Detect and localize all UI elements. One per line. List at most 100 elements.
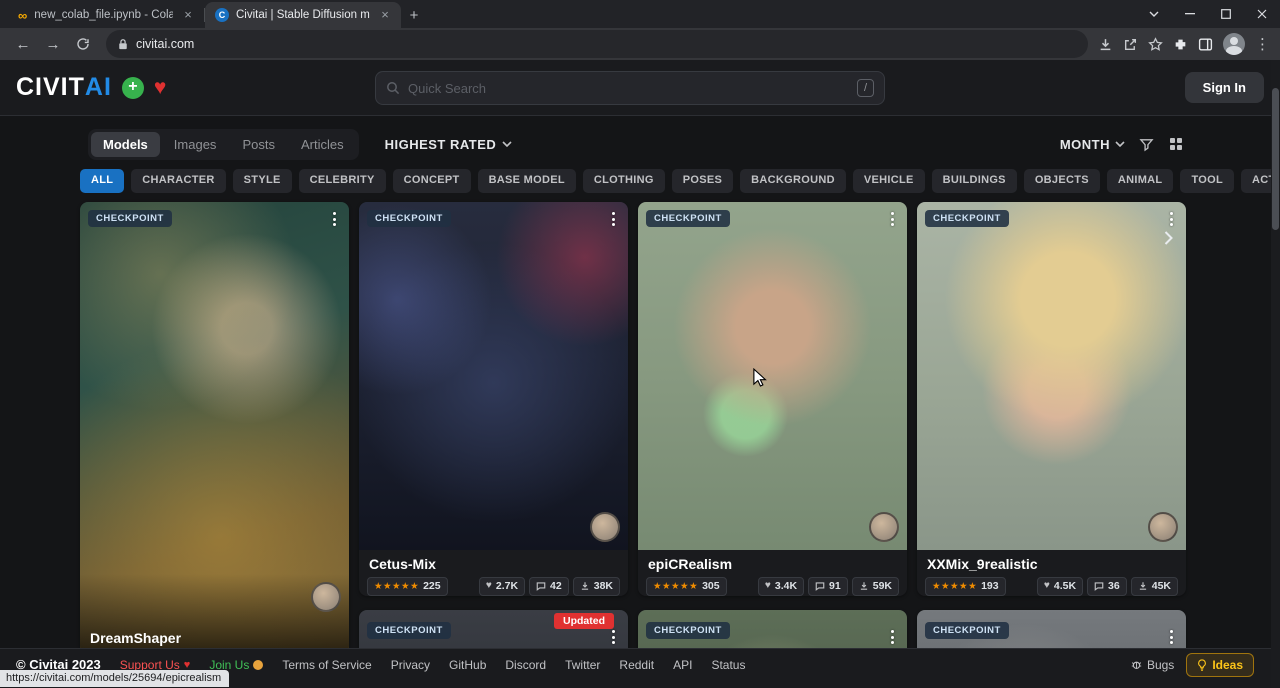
sign-in-button[interactable]: Sign In <box>1185 72 1264 103</box>
category-chip-celebrity[interactable]: CELEBRITY <box>299 169 386 193</box>
card-menu-button[interactable] <box>604 208 622 230</box>
period-dropdown[interactable]: MONTH <box>1060 137 1125 152</box>
rating-count: 225 <box>423 580 441 593</box>
civitai-favicon-icon: C <box>215 8 229 22</box>
rating-stat: ★★★★★ 193 <box>925 577 1006 596</box>
tab-search-chevron-icon[interactable] <box>1136 0 1172 28</box>
content-nav-row: Models Images Posts Articles HIGHEST RAT… <box>0 128 1280 160</box>
filter-funnel-icon[interactable] <box>1139 137 1154 152</box>
tab-posts[interactable]: Posts <box>230 132 287 157</box>
creator-avatar[interactable] <box>1148 512 1178 542</box>
category-chip-concept[interactable]: CONCEPT <box>393 169 471 193</box>
forward-button[interactable]: → <box>40 31 66 57</box>
card-footer: Cetus-Mix ★★★★★ 225 ♥ 2.7K <box>359 550 628 596</box>
card-menu-button[interactable] <box>325 208 343 230</box>
scrollbar-thumb[interactable] <box>1272 88 1279 230</box>
card-menu-button[interactable] <box>883 208 901 230</box>
create-plus-button[interactable]: + <box>122 77 144 99</box>
category-chip-buildings[interactable]: BUILDINGS <box>932 169 1017 193</box>
profile-avatar[interactable] <box>1223 33 1245 55</box>
comment-icon <box>536 581 546 591</box>
favorites-heart-icon[interactable]: ♥ <box>154 77 166 98</box>
tab-images[interactable]: Images <box>162 132 229 157</box>
footer-link-privacy[interactable]: Privacy <box>391 658 430 672</box>
ideas-button[interactable]: Ideas <box>1186 653 1254 677</box>
category-chip-tool[interactable]: TOOL <box>1180 169 1234 193</box>
rating-count: 305 <box>702 580 720 593</box>
category-scroll-right-icon[interactable] <box>1164 226 1173 250</box>
url-text: civitai.com <box>136 37 194 51</box>
search-input[interactable] <box>408 81 849 96</box>
category-chip-character[interactable]: CHARACTER <box>131 169 225 193</box>
tab-models[interactable]: Models <box>91 132 160 157</box>
tab-civitai[interactable]: C Civitai | Stable Diffusion models, × <box>205 2 401 28</box>
model-card-epicrealism[interactable]: CHECKPOINT epiCRealism ★★★★★ 305 <box>638 202 907 596</box>
bugs-button[interactable]: Bugs <box>1131 658 1174 672</box>
category-chip-poses[interactable]: POSES <box>672 169 733 193</box>
downloads-icon[interactable] <box>1098 37 1113 52</box>
footer-link-discord[interactable]: Discord <box>505 658 546 672</box>
card-footer: epiCRealism ★★★★★ 305 ♥ 3.4K <box>638 550 907 596</box>
link-status-bubble: https://civitai.com/models/25694/epicrea… <box>0 670 229 687</box>
tab-close-icon[interactable]: × <box>377 7 393 23</box>
model-card-dreamshaper[interactable]: CHECKPOINT DreamShaper <box>80 202 349 654</box>
model-stats: ★★★★★ 305 ♥ 3.4K 91 <box>646 577 899 596</box>
sort-dropdown[interactable]: HIGHEST RATED <box>385 137 513 152</box>
model-type-badge: CHECKPOINT <box>925 622 1009 639</box>
footer-link-terms[interactable]: Terms of Service <box>282 658 371 672</box>
browser-menu-icon[interactable]: ⋮ <box>1255 35 1270 53</box>
category-chip-clothing[interactable]: CLOTHING <box>583 169 665 193</box>
creator-avatar[interactable] <box>311 582 341 612</box>
site-lock-icon[interactable] <box>118 38 128 51</box>
tab-articles[interactable]: Articles <box>289 132 356 157</box>
category-chip-base-model[interactable]: BASE MODEL <box>478 169 576 193</box>
footer-link-api[interactable]: API <box>673 658 692 672</box>
model-title: DreamShaper <box>90 630 181 646</box>
category-chip-animal[interactable]: ANIMAL <box>1107 169 1174 193</box>
category-chip-style[interactable]: STYLE <box>233 169 292 193</box>
category-chip-objects[interactable]: OBJECTS <box>1024 169 1100 193</box>
download-icon <box>1138 581 1148 591</box>
tab-close-icon[interactable]: × <box>180 7 196 23</box>
side-panel-icon[interactable] <box>1198 37 1213 52</box>
bookmark-star-icon[interactable] <box>1148 37 1163 52</box>
share-icon[interactable] <box>1123 37 1138 52</box>
minimize-button[interactable] <box>1172 0 1208 28</box>
comments-stat: 42 <box>529 577 569 596</box>
card-menu-button[interactable] <box>1162 626 1180 648</box>
extensions-puzzle-icon[interactable] <box>1173 37 1188 52</box>
heart-icon: ♥ <box>184 659 191 671</box>
address-bar[interactable]: civitai.com <box>106 30 1088 58</box>
model-card-xxmix9realistic[interactable]: CHECKPOINT XXMix_9realistic ★★★★★ 193 <box>917 202 1186 596</box>
category-chip-background[interactable]: BACKGROUND <box>740 169 846 193</box>
footer-link-status[interactable]: Status <box>711 658 745 672</box>
footer-link-github[interactable]: GitHub <box>449 658 486 672</box>
card-menu-button[interactable] <box>604 626 622 648</box>
category-chip-vehicle[interactable]: VEHICLE <box>853 169 925 193</box>
content-type-tabs: Models Images Posts Articles <box>88 129 359 160</box>
page-scrollbar[interactable] <box>1271 60 1280 688</box>
close-window-button[interactable] <box>1244 0 1280 28</box>
footer-link-twitter[interactable]: Twitter <box>565 658 600 672</box>
creator-avatar[interactable] <box>590 512 620 542</box>
model-type-badge: CHECKPOINT <box>367 622 451 639</box>
card-menu-button[interactable] <box>883 626 901 648</box>
footer-link-reddit[interactable]: Reddit <box>619 658 654 672</box>
maximize-button[interactable] <box>1208 0 1244 28</box>
model-stats: ★★★★★ 225 ♥ 2.7K 42 <box>367 577 620 596</box>
creator-avatar[interactable] <box>869 512 899 542</box>
civitai-logo[interactable]: CIVITAI <box>16 73 112 102</box>
model-type-badge: CHECKPOINT <box>646 622 730 639</box>
layout-toggle-icon[interactable] <box>1168 136 1184 152</box>
star-icons: ★★★★★ <box>374 581 419 592</box>
browser-toolbar: ← → civitai.com <box>0 28 1280 60</box>
search-bar[interactable]: / <box>375 71 885 105</box>
tab-colab[interactable]: ∞ new_colab_file.ipynb - Colaborat × <box>8 2 204 28</box>
category-chip-all[interactable]: ALL <box>80 169 124 193</box>
coin-icon <box>253 660 263 670</box>
new-tab-button[interactable]: + <box>401 2 427 28</box>
back-button[interactable]: ← <box>10 31 36 57</box>
reload-button[interactable] <box>70 31 96 57</box>
star-icons: ★★★★★ <box>932 581 977 592</box>
model-card-cetus-mix[interactable]: CHECKPOINT Cetus-Mix ★★★★★ 225 <box>359 202 628 596</box>
